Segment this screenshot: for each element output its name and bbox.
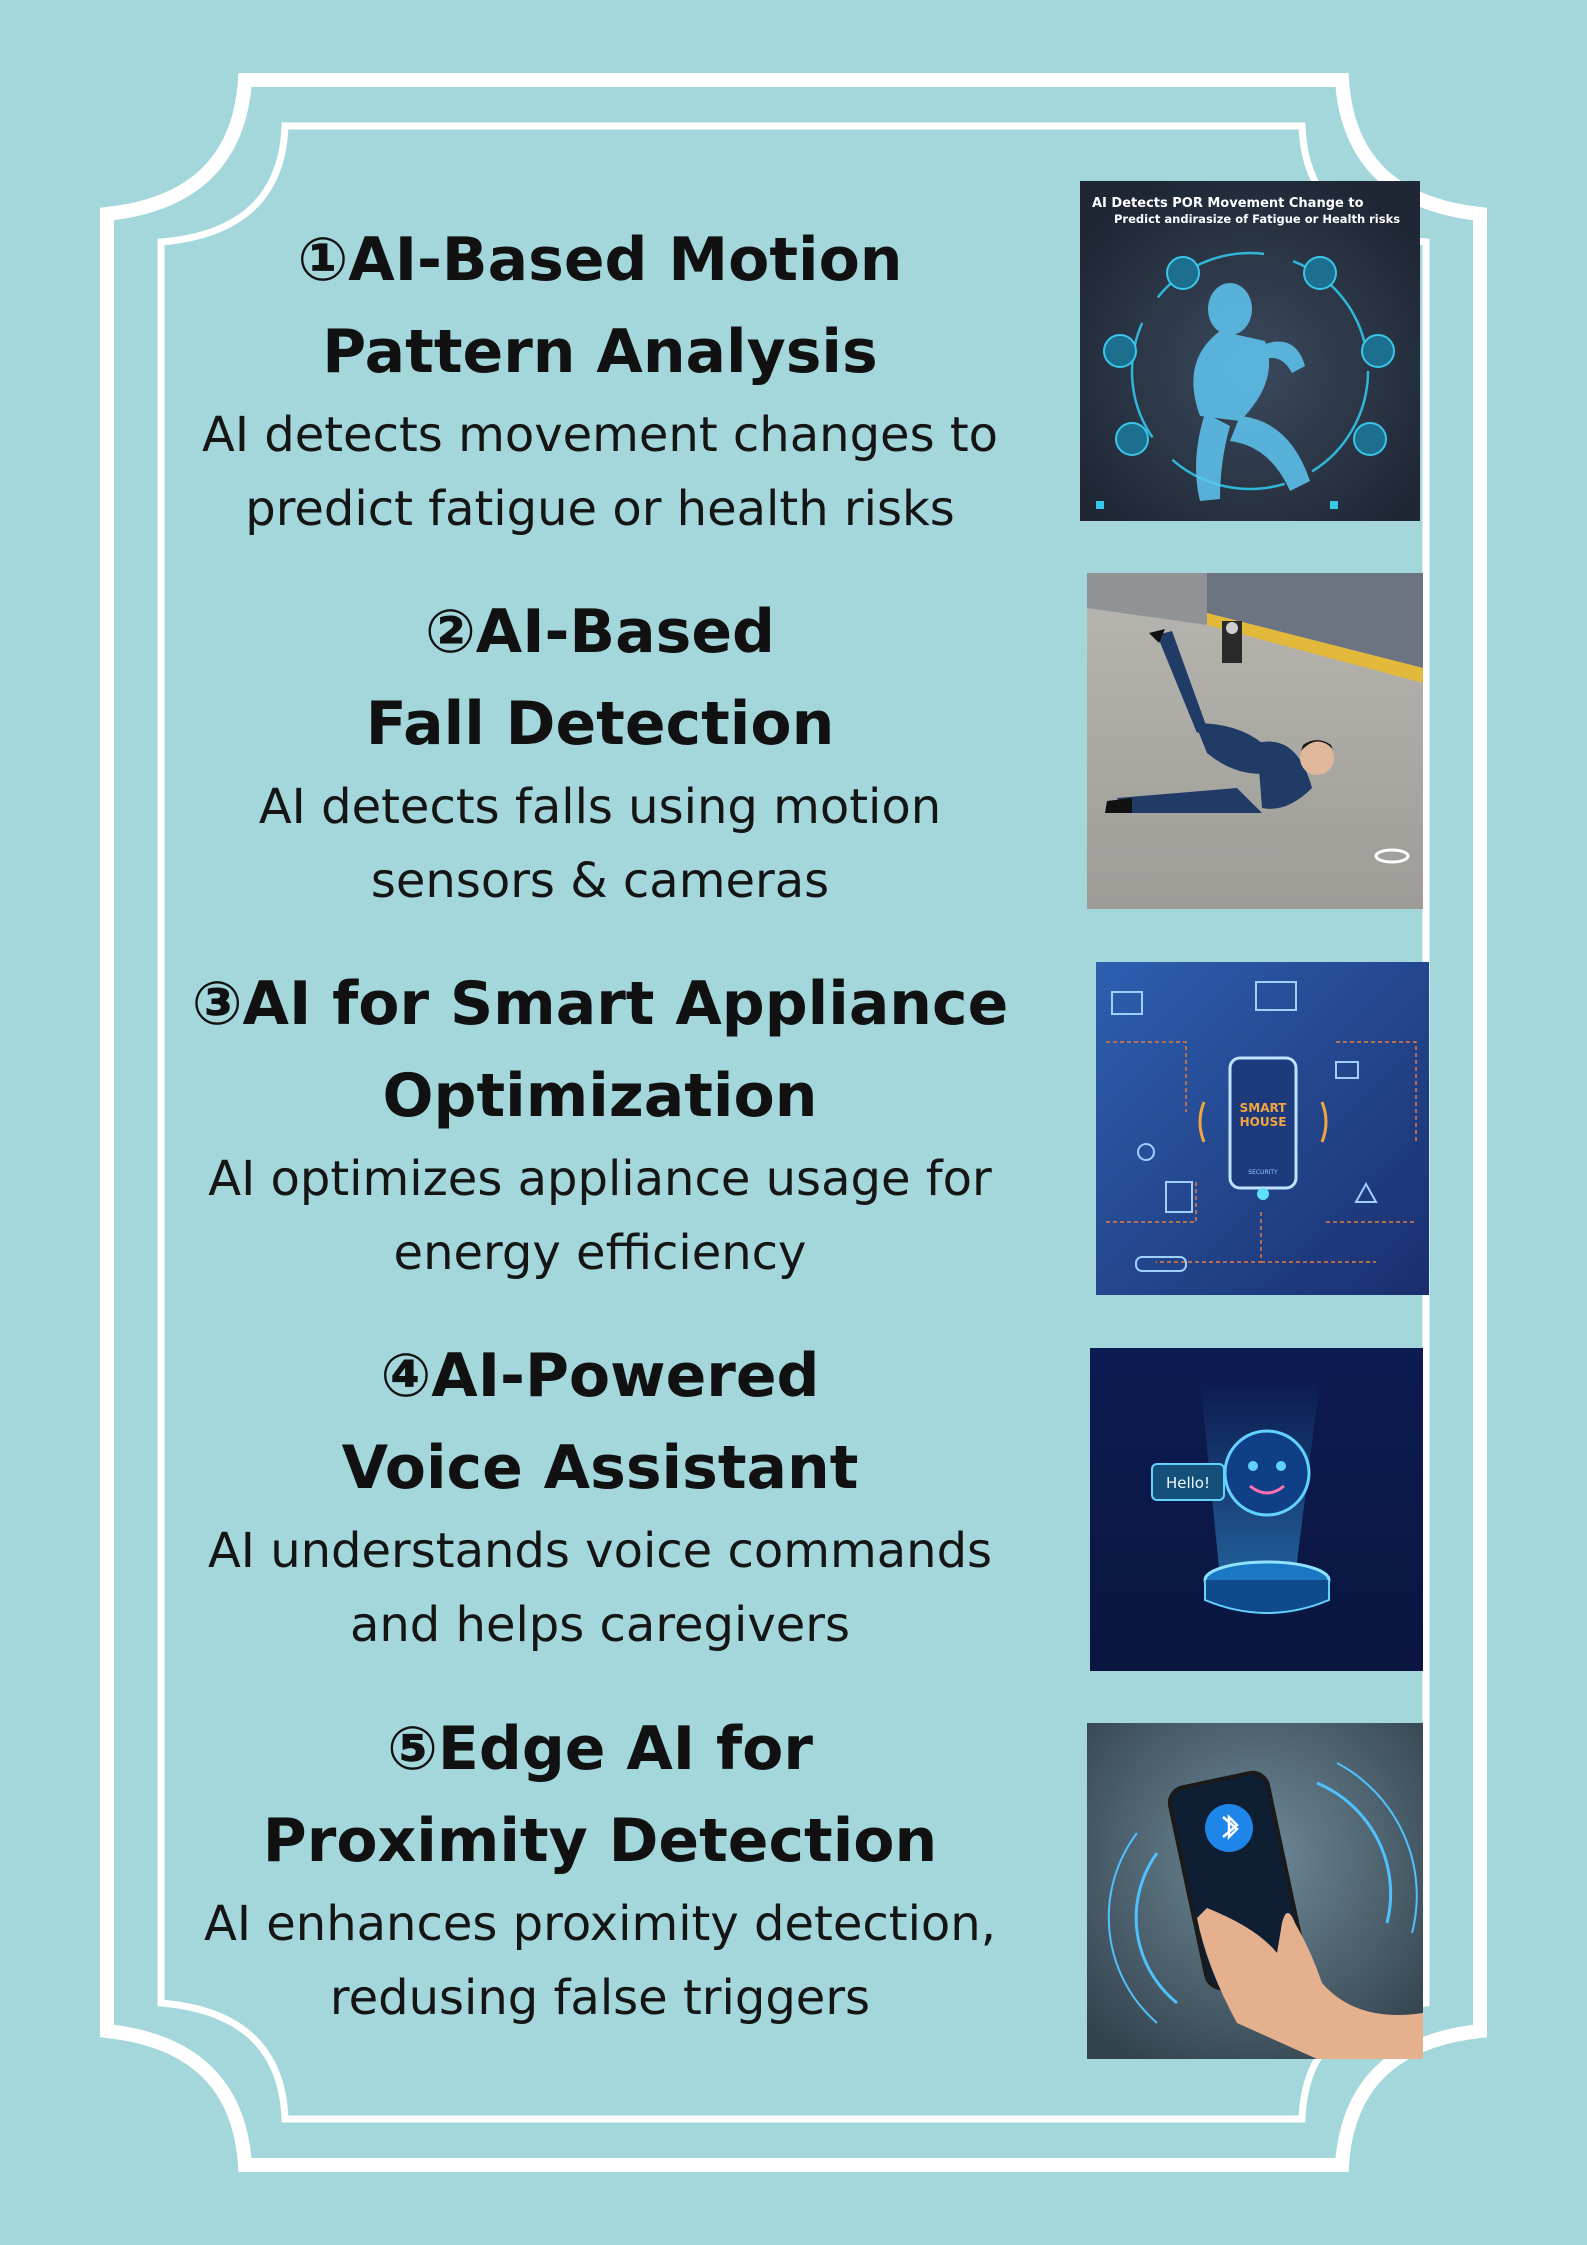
section-title-line: Optimization — [382, 1061, 818, 1131]
section-title-line: Fall Detection — [365, 689, 835, 759]
section-title: ④AI-Powered Voice Assistant — [160, 1330, 1040, 1514]
bluetooth-phone-hand-icon — [1087, 1723, 1423, 2059]
proximity-detection-image — [1087, 1723, 1423, 2059]
section-description: AI detects movement changes to predict f… — [160, 398, 1040, 546]
section-desc-line: and helps caregivers — [349, 1597, 851, 1653]
section-desc-line: AI detects falls using motion — [258, 779, 942, 835]
section-description: AI understands voice commands and helps … — [160, 1514, 1040, 1662]
section-desc-line: redusing false triggers — [329, 1970, 871, 2026]
section-desc-line: energy efficiency — [393, 1225, 807, 1281]
section-desc-line: predict fatigue or health risks — [245, 481, 955, 537]
section-description: AI optimizes appliance usage for energy … — [160, 1142, 1040, 1290]
motion-analysis-figure-icon: AI Detects POR Movement Change to Predic… — [1080, 181, 1420, 521]
section-title: ⑤Edge AI for Proximity Detection — [160, 1703, 1040, 1887]
section-title-line: ④AI-Powered — [380, 1341, 820, 1411]
section-desc-line: AI optimizes appliance usage for — [208, 1151, 992, 1207]
phone-label: HOUSE — [1240, 1115, 1287, 1129]
phone-sublabel: SECURITY — [1248, 1169, 1278, 1176]
fall-detection-image — [1087, 573, 1423, 909]
motion-analysis-image: AI Detects POR Movement Change to Predic… — [1080, 181, 1420, 521]
section-desc-line: AI detects movement changes to — [201, 407, 999, 463]
voice-assistant-image: Hello! — [1090, 1348, 1423, 1671]
section-title-line: Proximity Detection — [262, 1806, 938, 1876]
section-description: AI detects falls using motion sensors & … — [160, 770, 1040, 918]
falling-person-photo-icon — [1087, 573, 1423, 909]
section-title-line: Pattern Analysis — [322, 317, 878, 387]
section-title-line: ③AI for Smart Appliance — [191, 969, 1009, 1039]
section-desc-line: AI enhances proximity detection, — [204, 1896, 996, 1952]
phone-label: SMART — [1240, 1101, 1288, 1115]
image-heading-line: Predict andirasize of Fatigue or Health … — [1114, 212, 1400, 226]
section-desc-line: AI understands voice commands — [207, 1523, 993, 1579]
section-desc-line: sensors & cameras — [370, 853, 830, 909]
section-title-line: ⑤Edge AI for — [387, 1714, 813, 1784]
smart-appliance-image: SMART HOUSE SECURITY — [1096, 962, 1429, 1295]
voice-assistant-hologram-icon: Hello! — [1090, 1348, 1423, 1671]
section-description: AI enhances proximity detection, redusin… — [160, 1887, 1040, 2035]
section-title-line: ①AI-Based Motion — [297, 225, 903, 295]
section-title-line: Voice Assistant — [341, 1433, 859, 1503]
section-title: ②AI-Based Fall Detection — [160, 586, 1040, 770]
section-title: ①AI-Based Motion Pattern Analysis — [160, 214, 1040, 398]
section-title-line: ②AI-Based — [424, 597, 776, 667]
section-title: ③AI for Smart Appliance Optimization — [160, 958, 1040, 1142]
image-heading-line: AI Detects POR Movement Change to — [1092, 196, 1364, 211]
smart-house-phone-icon: SMART HOUSE SECURITY — [1096, 962, 1429, 1295]
hello-bubble-text: Hello! — [1166, 1474, 1210, 1492]
